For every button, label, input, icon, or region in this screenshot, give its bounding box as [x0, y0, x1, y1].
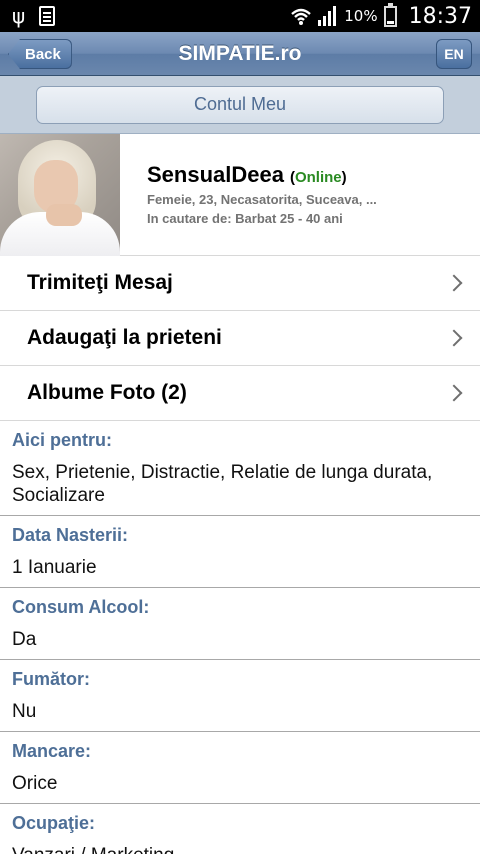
- detail-label: Fumător:: [12, 669, 90, 689]
- online-status: (Online): [289, 169, 347, 186]
- detail-value: Da: [12, 629, 37, 650]
- detail-value: Vanzari / Marketing: [12, 844, 468, 854]
- wifi-icon: [291, 8, 312, 25]
- clock: 18:37: [408, 3, 472, 29]
- status-bar: ψ 10% 18:37: [0, 0, 480, 32]
- detail-label: Consum Alcool:: [12, 597, 150, 617]
- detail-occupation: Ocupaţie: Vanzari / Marketing: [0, 804, 480, 854]
- profile-details: Femeie, 23, Necasatorita, Suceava, ...: [147, 192, 377, 207]
- profile-seeking: In cautare de: Barbat 25 - 40 ani: [147, 211, 343, 226]
- detail-label: Data Nasterii:: [12, 525, 129, 545]
- detail-value: 1 Ianuarie: [12, 557, 97, 578]
- detail-label: Mancare:: [12, 741, 92, 761]
- usb-icon: ψ: [12, 4, 26, 28]
- add-friend-label: Adaugaţi la prieteni: [27, 326, 222, 349]
- battery-percent: 10%: [344, 7, 378, 25]
- language-button[interactable]: EN: [436, 39, 472, 69]
- signal-icon: [318, 6, 337, 26]
- battery-icon: [383, 2, 397, 27]
- profile-header: SensualDeea (Online) Femeie, 23, Necasat…: [0, 134, 480, 256]
- avatar[interactable]: [0, 134, 120, 256]
- chevron-right-icon: [445, 329, 463, 347]
- detail-value: Orice: [12, 773, 58, 794]
- detail-value: Sex, Prietenie, Distractie, Relatie de l…: [12, 462, 433, 506]
- my-account-button[interactable]: Contul Meu: [36, 85, 444, 124]
- account-bar: Contul Meu: [0, 76, 480, 134]
- back-button[interactable]: Back: [8, 39, 72, 69]
- add-friend-row[interactable]: Adaugaţi la prieteni: [0, 311, 480, 366]
- detail-here-for: Aici pentru: Sex, Prietenie, Distractie,…: [0, 421, 480, 516]
- detail-birth-date: Data Nasterii: 1 Ianuarie: [0, 516, 480, 588]
- detail-alcohol: Consum Alcool: Da: [0, 588, 480, 660]
- detail-smoker: Fumător: Nu: [0, 660, 480, 732]
- username: SensualDeea: [147, 162, 284, 187]
- send-message-row[interactable]: Trimiteţi Mesaj: [0, 256, 480, 311]
- chevron-right-icon: [445, 384, 463, 402]
- page-title: SIMPATIE.ro: [178, 41, 302, 65]
- detail-label: Ocupaţie:: [12, 813, 96, 833]
- chevron-right-icon: [445, 274, 463, 292]
- photo-albums-label: Albume Foto (2): [27, 381, 187, 404]
- send-message-label: Trimiteţi Mesaj: [27, 271, 173, 294]
- detail-value: Nu: [12, 701, 37, 722]
- detail-food: Mancare: Orice: [0, 732, 480, 804]
- online-status-label: Online: [294, 169, 342, 186]
- photo-albums-row[interactable]: Albume Foto (2): [0, 366, 480, 421]
- profile-info: SensualDeea (Online) Femeie, 23, Necasat…: [120, 134, 480, 255]
- detail-label: Aici pentru:: [12, 430, 113, 450]
- navigation-bar: Back SIMPATIE.ro EN: [0, 32, 480, 76]
- document-icon: [39, 6, 56, 26]
